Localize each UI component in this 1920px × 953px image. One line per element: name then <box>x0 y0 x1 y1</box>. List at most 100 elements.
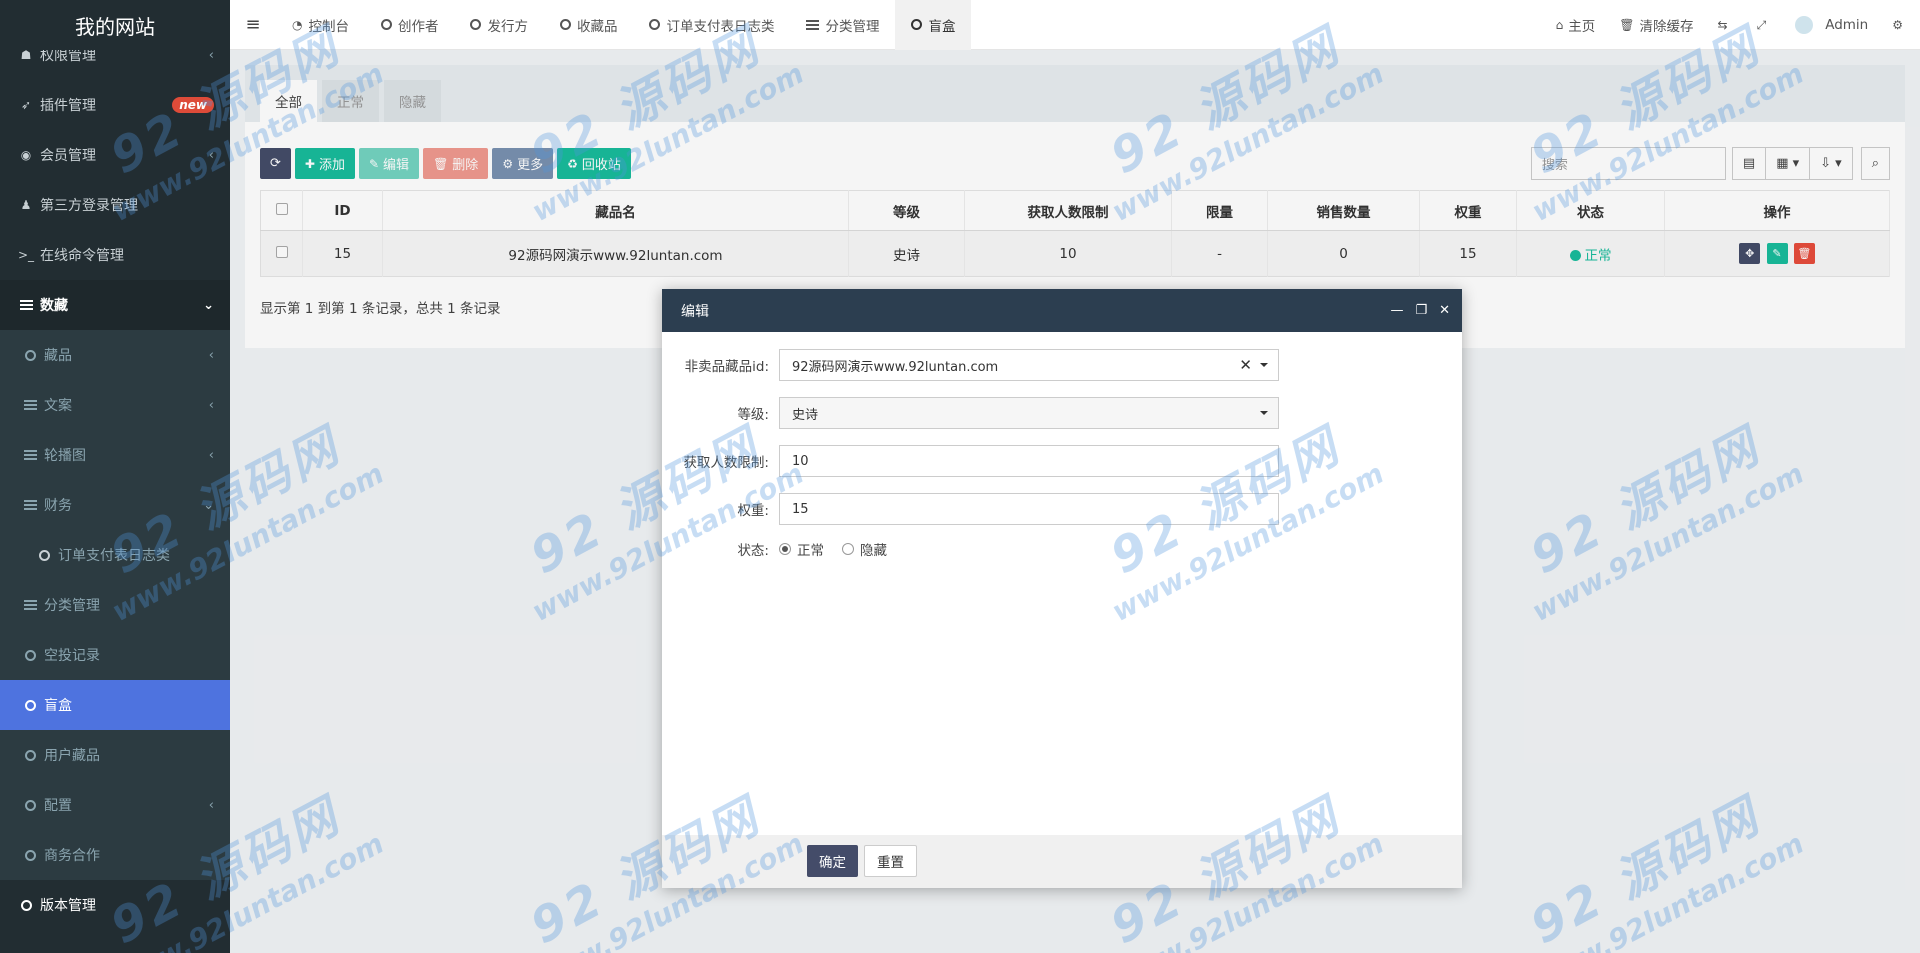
status-normal-label[interactable]: 正常 <box>797 539 824 559</box>
modal-controls: — ❐ ✕ <box>1378 289 1450 332</box>
status-hidden-label[interactable]: 隐藏 <box>860 539 887 559</box>
clear-cache-button[interactable]: 🗑 清除缓存 <box>1607 15 1705 35</box>
tab-creators[interactable]: 创作者 <box>365 0 455 50</box>
settings-button[interactable]: ⚙ <box>1880 18 1920 32</box>
chevron-left-icon: ‹ <box>208 797 214 813</box>
form-row-status: 状态: 正常 隐藏 <box>662 539 1462 559</box>
circle-icon <box>22 849 38 861</box>
limit-input[interactable]: 10 <box>779 445 1279 477</box>
sidebar-item-finance[interactable]: 财务 ⌄ <box>0 480 230 530</box>
sidebar-item-config[interactable]: 配置 ‹ <box>0 780 230 830</box>
menu-toggle-icon[interactable]: ≡ <box>230 0 276 50</box>
circle-icon <box>18 899 34 911</box>
users-icon: ♟ <box>20 198 32 212</box>
list-icon <box>22 500 38 510</box>
tab-blindbox[interactable]: 盲盒 <box>895 0 972 50</box>
sidebar-item-members[interactable]: ◉ 会员管理 ‹ <box>0 130 230 180</box>
list-icon <box>806 19 820 30</box>
minimize-icon[interactable]: — <box>1390 303 1403 318</box>
confirm-button[interactable]: 确定 <box>807 845 858 877</box>
item-value: 92源码网演示www.92luntan.com <box>792 359 999 375</box>
caret-down-icon[interactable] <box>1260 363 1268 367</box>
form-row-item: 非卖品藏品id: 92源码网演示www.92luntan.com ✕ <box>662 349 1462 381</box>
sidebar-item-label: 空投记录 <box>44 648 100 664</box>
sidebar-item-label: 版本管理 <box>40 898 96 914</box>
sidebar-item-user-collectibles[interactable]: 用户藏品 <box>0 730 230 780</box>
sidebar-item-label: 配置 <box>44 798 72 814</box>
sidebar: ☗ 权限管理 ‹ ➶ 插件管理 new ◉ 会员管理 ‹ ♟ 第三方登录管理 >… <box>0 0 230 953</box>
dashboard-icon: ◔ <box>292 17 303 32</box>
tab-label: 收藏品 <box>576 18 618 35</box>
clear-cache-label: 清除缓存 <box>1639 19 1694 35</box>
sidebar-item-blindbox[interactable]: 盲盒 <box>0 680 230 730</box>
circle-icon <box>22 349 38 361</box>
brand-logo[interactable]: 我的网站 <box>0 0 230 50</box>
chevron-left-icon: ‹ <box>208 347 214 363</box>
circle-icon <box>22 799 38 811</box>
sidebar-item-label: 文案 <box>44 398 72 414</box>
sidebar-item-label: 用户藏品 <box>44 748 100 764</box>
tab-label: 订单支付表日志类 <box>666 18 775 35</box>
chevron-down-icon: ⌄ <box>203 297 214 313</box>
item-label: 非卖品藏品id: <box>684 359 769 375</box>
status-label: 状态: <box>737 543 769 559</box>
tab-issuers[interactable]: 发行方 <box>454 0 544 50</box>
level-label: 等级: <box>737 407 769 423</box>
list-icon <box>22 400 38 410</box>
avatar <box>1795 16 1814 34</box>
sidebar-item-copywriting[interactable]: 文案 ‹ <box>0 380 230 430</box>
reset-button[interactable]: 重置 <box>864 845 917 877</box>
sidebar-item-versions[interactable]: 版本管理 <box>0 880 230 930</box>
item-select[interactable]: 92源码网演示www.92luntan.com ✕ <box>779 349 1279 381</box>
level-select[interactable]: 史诗 <box>779 397 1279 429</box>
modal-header[interactable]: 编辑 — ❐ ✕ <box>662 289 1462 332</box>
modal-title: 编辑 <box>681 303 709 320</box>
sidebar-item-third-party-login[interactable]: ♟ 第三方登录管理 <box>0 180 230 230</box>
caret-down-icon <box>1260 411 1268 415</box>
edit-modal: 编辑 — ❐ ✕ 非卖品藏品id: 92源码网演示www.92luntan.co… <box>662 289 1462 888</box>
sidebar-item-categories[interactable]: 分类管理 <box>0 580 230 630</box>
sidebar-item-label: 财务 <box>44 498 72 514</box>
nav-right: ⌂ 主页 🗑 清除缓存 ⇆ ⤢ Admin ⚙ <box>1544 0 1920 50</box>
clear-icon[interactable]: ✕ <box>1239 356 1252 374</box>
weight-input[interactable]: 15 <box>779 493 1279 525</box>
user-circle-icon: ◉ <box>20 148 32 162</box>
circle-icon <box>22 699 38 711</box>
fullscreen-button[interactable]: ⤢ <box>1745 18 1784 33</box>
status-hidden-radio[interactable] <box>842 543 854 555</box>
sidebar-item-business[interactable]: 商务合作 <box>0 830 230 880</box>
sidebar-item-label: 藏品 <box>44 348 72 364</box>
form-row-level: 等级: 史诗 <box>662 397 1462 429</box>
tab-dashboard[interactable]: ◔ 控制台 <box>276 0 365 50</box>
user-menu[interactable]: Admin <box>1783 16 1880 34</box>
circle-icon <box>649 19 661 30</box>
sidebar-menu: ☗ 权限管理 ‹ ➶ 插件管理 new ◉ 会员管理 ‹ ♟ 第三方登录管理 >… <box>0 30 230 930</box>
sidebar-item-order-log[interactable]: 订单支付表日志类 <box>0 530 230 580</box>
sidebar-item-label: 第三方登录管理 <box>40 198 138 214</box>
sidebar-item-plugins[interactable]: ➶ 插件管理 new <box>0 80 230 130</box>
sidebar-item-collectibles[interactable]: 藏品 ‹ <box>0 330 230 380</box>
sidebar-item-label: 商务合作 <box>44 848 100 864</box>
maximize-icon[interactable]: ❐ <box>1415 303 1427 318</box>
tab-collections[interactable]: 收藏品 <box>544 0 634 50</box>
sidebar-item-label: 数藏 <box>40 298 68 314</box>
status-radio-group: 正常 隐藏 <box>779 539 887 559</box>
chevron-left-icon: ‹ <box>208 397 214 413</box>
sidebar-item-shucang[interactable]: 数藏 ⌄ <box>0 280 230 330</box>
language-button[interactable]: ⇆ <box>1706 18 1745 32</box>
tab-label: 分类管理 <box>825 18 880 35</box>
gears-icon: ⚙ <box>1892 18 1903 32</box>
sidebar-item-label: 在线命令管理 <box>40 248 124 264</box>
sidebar-item-carousel[interactable]: 轮播图 ‹ <box>0 430 230 480</box>
sidebar-item-online-command[interactable]: >_ 在线命令管理 <box>0 230 230 280</box>
sidebar-item-airdrop[interactable]: 空投记录 <box>0 630 230 680</box>
close-icon[interactable]: ✕ <box>1439 303 1450 318</box>
status-normal-radio[interactable] <box>779 543 791 555</box>
form-row-weight: 权重: 15 <box>662 493 1462 525</box>
tab-categories[interactable]: 分类管理 <box>790 0 895 50</box>
home-link[interactable]: ⌂ 主页 <box>1544 15 1608 35</box>
sidebar-item-label: 插件管理 <box>40 98 96 114</box>
tab-order-log[interactable]: 订单支付表日志类 <box>633 0 790 50</box>
circle-icon <box>380 19 392 30</box>
sidebar-item-label: 轮播图 <box>44 448 86 464</box>
